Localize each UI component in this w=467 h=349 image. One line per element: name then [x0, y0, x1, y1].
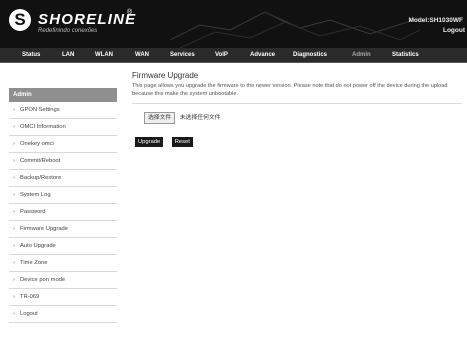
sidebar-item-commit-reboot[interactable]: › Commit/Reboot — [9, 153, 117, 170]
registered-mark: ® — [127, 9, 133, 16]
page-title: Firmware Upgrade — [132, 71, 199, 80]
chevron-right-icon: › — [13, 294, 15, 300]
logo-icon: S — [14, 10, 26, 29]
sidebar-item-label: Commit/Reboot — [20, 158, 61, 164]
sidebar-item-omci-information[interactable]: › OMCI Information — [9, 119, 117, 136]
no-file-selected-text: 未选择任何文件 — [179, 115, 221, 121]
chevron-right-icon: › — [13, 226, 15, 232]
main-nav: Status LAN WLAN WAN Services VoIP Advanc… — [0, 48, 467, 63]
nav-wan[interactable]: WAN — [135, 48, 149, 62]
sidebar-item-label: Auto Upgrade — [20, 243, 56, 249]
sidebar-item-label: Device pon mode — [20, 277, 66, 283]
nav-statistics[interactable]: Statistics — [392, 48, 419, 62]
nav-lan[interactable]: LAN — [62, 48, 74, 62]
chevron-right-icon: › — [13, 141, 15, 147]
sidebar-item-label: Password — [20, 209, 46, 215]
brand-name: SHORELINE — [38, 11, 137, 28]
sidebar-item-label: Onekey omci — [20, 141, 54, 147]
sidebar-item-time-zone[interactable]: › Time Zone — [9, 255, 117, 272]
nav-voip[interactable]: VoIP — [215, 48, 228, 62]
sidebar-item-backup-restore[interactable]: › Backup/Restore — [9, 170, 117, 187]
nav-wlan[interactable]: WLAN — [95, 48, 113, 62]
file-selector-row: 选择文件 未选择任何文件 — [132, 112, 462, 124]
sidebar-item-gpon-settings[interactable]: › GPON Settings — [9, 102, 117, 119]
chevron-right-icon: › — [13, 277, 15, 283]
sidebar-item-label: Backup/Restore — [20, 175, 62, 181]
chevron-right-icon: › — [13, 192, 15, 198]
sidebar-item-system-log[interactable]: › System Log — [9, 187, 117, 204]
chevron-right-icon: › — [13, 311, 15, 317]
page-description: This page allows you upgrade the firmwar… — [132, 83, 448, 97]
choose-file-button[interactable]: 选择文件 — [144, 112, 176, 124]
chevron-right-icon: › — [13, 209, 15, 215]
sidebar-item-firmware-upgrade[interactable]: › Firmware Upgrade — [9, 221, 117, 238]
sidebar-item-label: Time Zone — [20, 260, 48, 266]
brand-tagline: Redefinindo conexões — [38, 28, 98, 34]
nav-diagnostics[interactable]: Diagnostics — [293, 48, 327, 62]
divider — [132, 103, 462, 104]
sidebar-item-onekey-omci[interactable]: › Onekey omci — [9, 136, 117, 153]
sidebar-item-label: Logout — [20, 311, 38, 317]
header-logout-link[interactable]: Logout — [443, 27, 465, 34]
main-content: Firmware Upgrade This page allows you up… — [132, 71, 462, 147]
sidebar-item-label: GPON Settings — [20, 107, 60, 113]
sidebar-item-device-pon-mode[interactable]: › Device pon mode — [9, 272, 117, 289]
nav-status[interactable]: Status — [22, 48, 40, 62]
chevron-right-icon: › — [13, 243, 15, 249]
chevron-right-icon: › — [13, 158, 15, 164]
sidebar-item-label: System Log — [20, 192, 51, 198]
upgrade-button[interactable]: Upgrade — [135, 137, 164, 147]
model-label: Model:SH1030WF — [408, 17, 463, 24]
reset-button[interactable]: Reset — [171, 137, 193, 147]
chevron-right-icon: › — [13, 260, 15, 266]
nav-admin[interactable]: Admin — [352, 48, 371, 62]
chevron-right-icon: › — [13, 107, 15, 113]
nav-services[interactable]: Services — [170, 48, 195, 62]
sidebar-item-logout[interactable]: › Logout — [9, 306, 117, 323]
sidebar-item-label: OMCI Information — [20, 124, 66, 130]
sidebar: Admin › GPON Settings › OMCI Information ›… — [9, 88, 117, 323]
nav-advance[interactable]: Advance — [250, 48, 275, 62]
chevron-right-icon: › — [13, 124, 15, 130]
chevron-right-icon: › — [13, 175, 15, 181]
sidebar-item-password[interactable]: › Password — [9, 204, 117, 221]
action-buttons: Upgrade Reset — [135, 130, 197, 148]
header-decoration — [170, 11, 420, 48]
sidebar-heading: Admin — [9, 88, 117, 102]
sidebar-item-label: Firmware Upgrade — [20, 226, 68, 232]
sidebar-item-auto-upgrade[interactable]: › Auto Upgrade — [9, 238, 117, 255]
top-header: S SHORELINE ® Redefinindo conexões Model… — [0, 0, 467, 48]
sidebar-item-label: TR-069 — [20, 294, 40, 300]
sidebar-item-tr-069[interactable]: › TR-069 — [9, 289, 117, 306]
